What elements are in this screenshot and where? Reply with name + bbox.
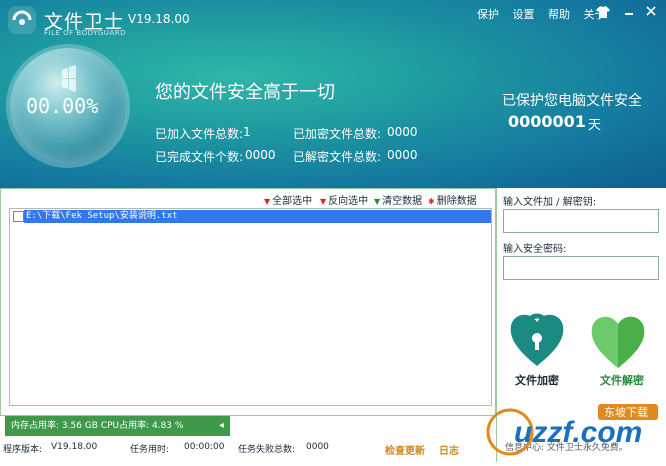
down-arrow-icon: ▼ xyxy=(320,197,327,206)
check-update-link[interactable]: 检查更新 xyxy=(385,442,425,457)
key-label: 输入文件加 / 解密钥: xyxy=(503,197,597,208)
windows-logo-icon xyxy=(62,65,76,92)
menu-settings[interactable]: 设置 xyxy=(513,8,535,21)
encrypt-label[interactable]: 文件加密 xyxy=(515,372,559,388)
clear-data-button[interactable]: ▼ 清空数据 xyxy=(374,192,422,207)
top-menu: 保护 设置 帮助 关于 xyxy=(477,6,616,22)
stat-added-label: 已加入文件总数: xyxy=(155,127,244,141)
close-button[interactable] xyxy=(646,5,656,19)
watermark-badge: 东坡下载 xyxy=(604,406,648,419)
file-row-path[interactable]: E:\下载\Fek Setup\安装说明.txt xyxy=(24,210,491,223)
file-row-checkbox[interactable] xyxy=(13,211,24,222)
menu-protect[interactable]: 保护 xyxy=(477,8,499,21)
app-subtitle: FILE OF BODYGUARD xyxy=(44,29,126,37)
log-link[interactable]: 日志 xyxy=(439,442,459,457)
version-label: 程序版本: xyxy=(3,445,43,455)
decrypt-heart-icon[interactable] xyxy=(590,310,646,370)
down-arrow-icon: ▼ xyxy=(264,197,271,206)
app-version: V19.18.00 xyxy=(128,12,190,26)
memory-status-bar: 内存占用率: 3.56 GB CPU占用率: 4.83 % ◂ xyxy=(5,416,230,436)
down-arrow-icon: ▼ xyxy=(374,197,381,206)
password-input[interactable] xyxy=(503,256,659,280)
stat-decrypted-label: 已解密文件总数: xyxy=(293,150,382,164)
minimize-button[interactable] xyxy=(624,5,634,19)
stat-completed-label: 已完成文件个数: xyxy=(155,150,244,164)
menu-help[interactable]: 帮助 xyxy=(548,8,570,21)
site-watermark: uzzf.com 东坡下载 xyxy=(480,398,666,462)
stat-decrypted-value: 0000 xyxy=(387,148,418,162)
fail-count-value: 0000 xyxy=(306,442,329,452)
watermark-text: uzzf.com xyxy=(514,416,642,449)
app-logo-icon xyxy=(8,6,36,34)
progress-percent: 00.00% xyxy=(26,94,99,118)
select-all-button[interactable]: ▼ 全部选中 xyxy=(264,192,312,207)
decrypt-label[interactable]: 文件解密 xyxy=(600,372,644,388)
task-time-label: 任务用时: xyxy=(130,445,170,455)
invert-select-button[interactable]: ▼ 反向选中 xyxy=(320,192,368,207)
version-value: V19.18.00 xyxy=(51,442,98,452)
stat-encrypted-label: 已加密文件总数: xyxy=(293,127,382,141)
delete-data-button[interactable]: ✱ 删除数据 xyxy=(428,192,477,207)
key-input[interactable] xyxy=(503,209,659,233)
protection-unit: 天 xyxy=(588,118,602,133)
star-icon: ✱ xyxy=(428,197,435,206)
skin-shirt-icon[interactable] xyxy=(596,6,610,21)
password-label: 输入安全密码: xyxy=(503,244,567,255)
protection-days: 0000001 xyxy=(508,112,586,131)
memory-text: 内存占用率: 3.56 GB CPU占用率: 4.83 % xyxy=(11,421,184,431)
stat-added-value: 1 xyxy=(243,125,251,139)
stat-completed-value: 0000 xyxy=(245,148,276,162)
stat-encrypted-value: 0000 xyxy=(387,125,418,139)
tagline: 您的文件安全高于一切 xyxy=(155,82,335,103)
encrypt-heart-icon[interactable] xyxy=(509,308,565,368)
protection-title: 已保护您电脑文件安全 xyxy=(502,93,642,109)
file-list[interactable] xyxy=(9,208,492,406)
task-time-value: 00:00:00 xyxy=(184,442,225,452)
fail-count-label: 任务失败总数: xyxy=(238,445,296,455)
collapse-arrow-icon[interactable]: ◂ xyxy=(219,416,224,436)
